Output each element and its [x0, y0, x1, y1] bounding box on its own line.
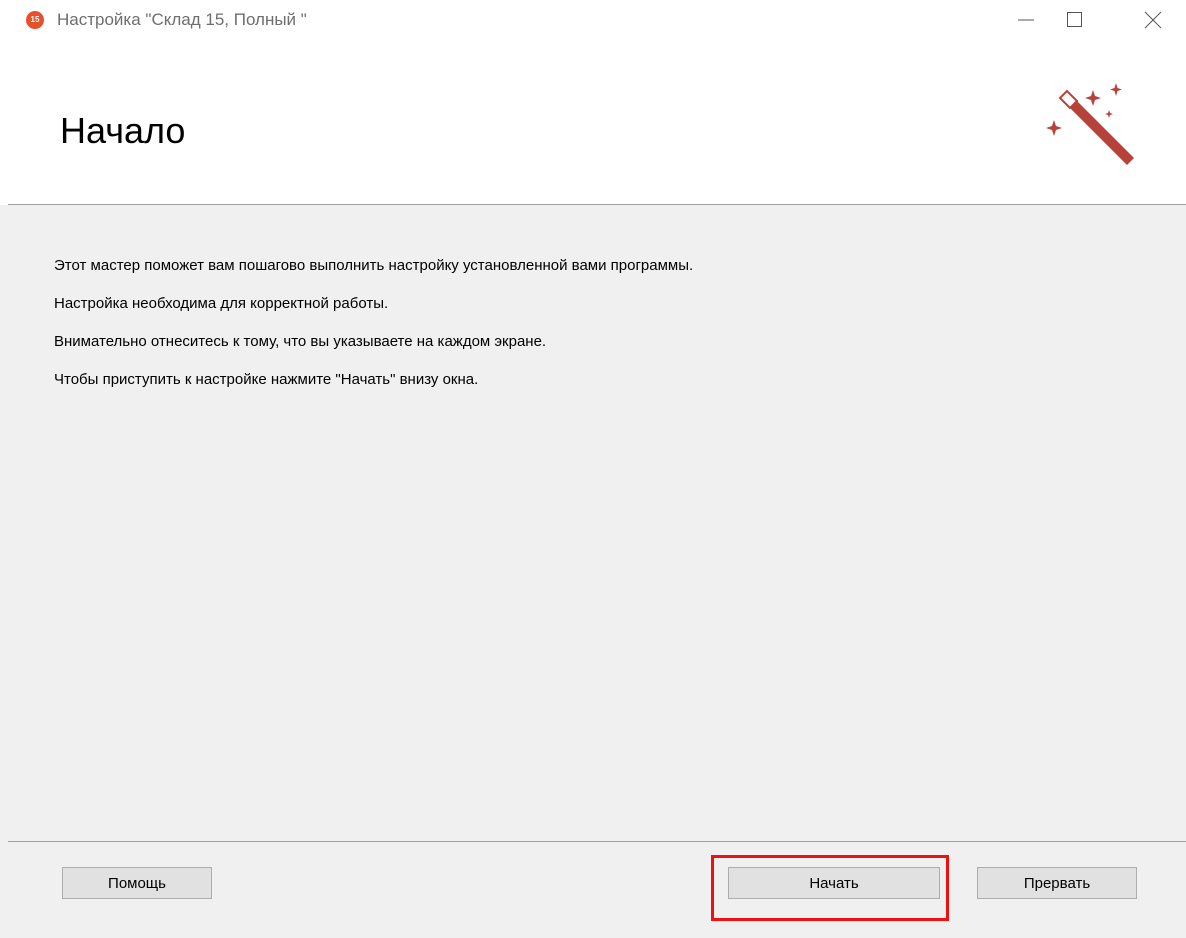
wizard-header: Начало	[0, 40, 1186, 205]
abort-button[interactable]: Прервать	[977, 867, 1137, 899]
intro-line-4: Чтобы приступить к настройке нажмите "На…	[54, 371, 479, 388]
page-title: Начало	[60, 110, 186, 151]
minimize-button[interactable]	[1000, 0, 1046, 40]
start-button[interactable]: Начать	[728, 867, 940, 899]
help-button[interactable]: Помощь	[62, 867, 212, 899]
close-icon	[1144, 11, 1162, 29]
window-title: Настройка "Склад 15, Полный "	[57, 10, 307, 29]
setup-wizard-window: 15 Настройка "Склад 15, Полный " Начало	[0, 0, 1186, 938]
app-icon: 15	[26, 11, 44, 29]
close-button[interactable]	[1130, 0, 1176, 40]
maximize-icon	[1067, 12, 1082, 27]
maximize-button[interactable]	[1048, 0, 1094, 40]
magic-wand-icon	[1046, 83, 1134, 165]
intro-line-2: Настройка необходима для корректной рабо…	[54, 295, 389, 312]
wizard-content: Этот мастер поможет вам пошагово выполни…	[8, 205, 1186, 841]
intro-line-1: Этот мастер поможет вам пошагово выполни…	[54, 257, 694, 274]
title-bar[interactable]: 15 Настройка "Склад 15, Полный "	[0, 0, 1186, 40]
minimize-icon	[1018, 19, 1034, 21]
intro-line-3: Внимательно отнеситесь к тому, что вы ук…	[54, 333, 547, 350]
